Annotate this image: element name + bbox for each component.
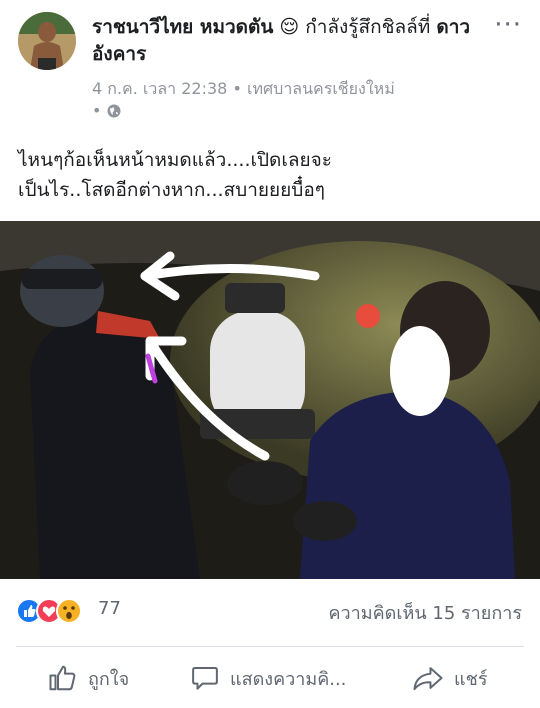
comment-button[interactable]: แสดงความคิ... bbox=[190, 662, 346, 694]
feeling-emoji: 😌 bbox=[279, 16, 300, 38]
post-timestamp[interactable]: 4 ก.ค. เวลา 22:38 bbox=[92, 79, 227, 98]
post-body-line-2: เป็นไร..โสดอีกต่างหาก...สบายยยบื๋อๆ bbox=[18, 179, 325, 201]
post-body-line-1: ไหนๆก้อเห็นหน้าหมดแล้ว....เปิดเลยจะ bbox=[18, 149, 332, 171]
like-button[interactable]: ถูกใจ bbox=[48, 662, 129, 694]
author-name[interactable]: ราชนาวีไทย หมวดตัน bbox=[92, 16, 273, 38]
divider bbox=[16, 646, 524, 647]
share-button[interactable]: แชร์ bbox=[412, 662, 488, 694]
meta-separator: • bbox=[232, 79, 242, 98]
comments-count[interactable]: ความคิดเห็น 15 รายการ bbox=[328, 598, 522, 627]
more-icon[interactable]: ··· bbox=[494, 10, 522, 40]
post-header: ราชนาวีไทย หมวดตัน 😌 กำลังรู้สึกชิลล์ที่… bbox=[0, 0, 540, 130]
post-photo[interactable] bbox=[0, 221, 540, 579]
reaction-count[interactable]: 77 bbox=[98, 598, 121, 619]
reactions-bar: 77 ความคิดเห็น 15 รายการ bbox=[0, 590, 540, 634]
post-body: ไหนๆก้อเห็นหน้าหมดแล้ว....เปิดเลยจะ เป็น… bbox=[18, 145, 523, 205]
like-icon bbox=[49, 665, 76, 691]
comment-label: แสดงความคิ... bbox=[230, 668, 347, 690]
feeling-text: กำลังรู้สึกชิลล์ที่ bbox=[305, 16, 431, 38]
wow-reaction-icon bbox=[56, 598, 82, 624]
share-label: แชร์ bbox=[454, 668, 488, 690]
reaction-icons[interactable] bbox=[16, 598, 96, 624]
meta-separator-2: • bbox=[92, 101, 102, 120]
author-avatar[interactable] bbox=[18, 12, 76, 70]
action-bar: ถูกใจ แสดงความคิ... แชร์ bbox=[0, 652, 540, 708]
like-label: ถูกใจ bbox=[88, 668, 130, 690]
post-title-line: ราชนาวีไทย หมวดตัน 😌 กำลังรู้สึกชิลล์ที่… bbox=[92, 14, 472, 68]
comment-icon bbox=[192, 667, 218, 690]
post-meta: 4 ก.ค. เวลา 22:38 • เทศบาลนครเชียงใหม่ • bbox=[92, 78, 492, 122]
share-icon bbox=[413, 667, 443, 691]
post-location[interactable]: เทศบาลนครเชียงใหม่ bbox=[247, 79, 395, 98]
globe-icon bbox=[107, 102, 121, 118]
